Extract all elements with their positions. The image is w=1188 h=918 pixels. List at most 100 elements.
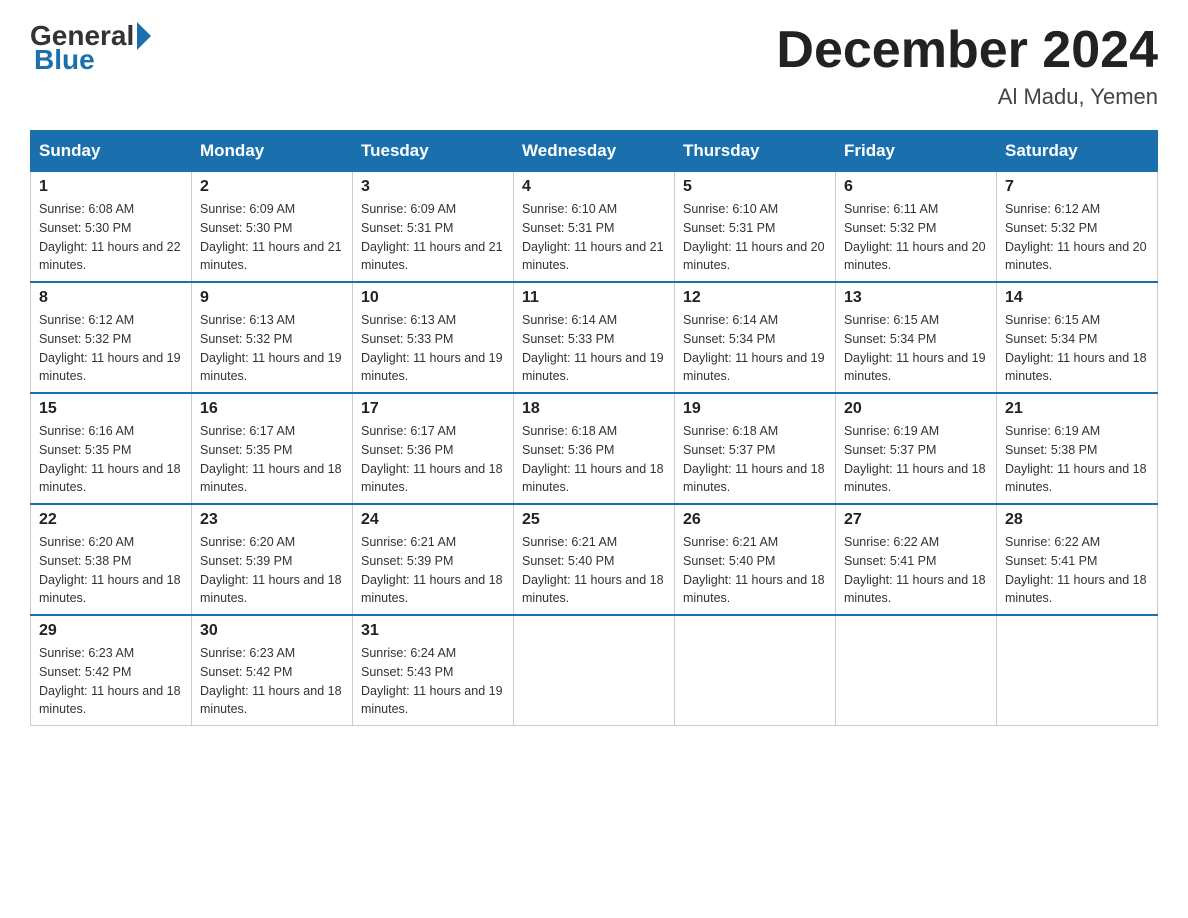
calendar-day-header: Saturday: [997, 131, 1158, 172]
calendar-header-row: SundayMondayTuesdayWednesdayThursdayFrid…: [31, 131, 1158, 172]
calendar-cell: 1Sunrise: 6:08 AMSunset: 5:30 PMDaylight…: [31, 172, 192, 283]
day-number: 18: [522, 400, 666, 418]
day-info: Sunrise: 6:21 AMSunset: 5:40 PMDaylight:…: [683, 533, 827, 608]
calendar-cell: 22Sunrise: 6:20 AMSunset: 5:38 PMDayligh…: [31, 504, 192, 615]
day-info: Sunrise: 6:15 AMSunset: 5:34 PMDaylight:…: [1005, 311, 1149, 386]
day-number: 28: [1005, 511, 1149, 529]
calendar-cell: 15 Sunrise: 6:16 AMSunset: 5:35 PMDayligh…: [31, 393, 192, 504]
calendar-cell: 27 Sunrise: 6:22 AMSunset: 5:41 PMDayligh…: [836, 504, 997, 615]
calendar-cell: 14 Sunrise: 6:15 AMSunset: 5:34 PMDayligh…: [997, 282, 1158, 393]
day-info: Sunrise: 6:20 AMSunset: 5:39 PMDaylight:…: [200, 533, 344, 608]
day-info: Sunrise: 6:18 AMSunset: 5:36 PMDaylight:…: [522, 422, 666, 497]
day-info: Sunrise: 6:21 AMSunset: 5:40 PMDaylight:…: [522, 533, 666, 608]
calendar-cell: 26 Sunrise: 6:21 AMSunset: 5:40 PMDayligh…: [675, 504, 836, 615]
calendar-cell: 21Sunrise: 6:19 AMSunset: 5:38 PMDayligh…: [997, 393, 1158, 504]
day-number: 14: [1005, 289, 1149, 307]
day-info: Sunrise: 6:14 AMSunset: 5:33 PMDaylight:…: [522, 311, 666, 386]
day-number: 3: [361, 178, 505, 196]
calendar-day-header: Friday: [836, 131, 997, 172]
day-number: 23: [200, 511, 344, 529]
day-number: 6: [844, 178, 988, 196]
calendar-day-header: Sunday: [31, 131, 192, 172]
calendar-cell: 3Sunrise: 6:09 AMSunset: 5:31 PMDaylight…: [353, 172, 514, 283]
day-number: 10: [361, 289, 505, 307]
day-info: Sunrise: 6:11 AMSunset: 5:32 PMDaylight:…: [844, 200, 988, 275]
calendar-day-header: Thursday: [675, 131, 836, 172]
day-number: 8: [39, 289, 183, 307]
location: Al Madu, Yemen: [776, 84, 1158, 110]
day-info: Sunrise: 6:12 AMSunset: 5:32 PMDaylight:…: [39, 311, 183, 386]
calendar-cell: 24 Sunrise: 6:21 AMSunset: 5:39 PMDayligh…: [353, 504, 514, 615]
day-info: Sunrise: 6:24 AMSunset: 5:43 PMDaylight:…: [361, 644, 505, 719]
calendar-cell: 12 Sunrise: 6:14 AMSunset: 5:34 PMDayligh…: [675, 282, 836, 393]
day-number: 11: [522, 289, 666, 307]
day-number: 17: [361, 400, 505, 418]
month-title: December 2024: [776, 20, 1158, 80]
calendar-cell: [675, 615, 836, 726]
day-number: 21: [1005, 400, 1149, 418]
calendar-cell: 20 Sunrise: 6:19 AMSunset: 5:37 PMDayligh…: [836, 393, 997, 504]
calendar-cell: 17 Sunrise: 6:17 AMSunset: 5:36 PMDayligh…: [353, 393, 514, 504]
calendar-cell: 10 Sunrise: 6:13 AMSunset: 5:33 PMDayligh…: [353, 282, 514, 393]
day-number: 13: [844, 289, 988, 307]
day-number: 27: [844, 511, 988, 529]
day-number: 25: [522, 511, 666, 529]
day-info: Sunrise: 6:15 AMSunset: 5:34 PMDaylight:…: [844, 311, 988, 386]
day-number: 31: [361, 622, 505, 640]
calendar-cell: 31 Sunrise: 6:24 AMSunset: 5:43 PMDayligh…: [353, 615, 514, 726]
logo-blue-text: Blue: [34, 44, 95, 75]
day-number: 24: [361, 511, 505, 529]
day-info: Sunrise: 6:14 AMSunset: 5:34 PMDaylight:…: [683, 311, 827, 386]
day-number: 12: [683, 289, 827, 307]
day-number: 15: [39, 400, 183, 418]
calendar-cell: 6 Sunrise: 6:11 AMSunset: 5:32 PMDaylight…: [836, 172, 997, 283]
calendar-day-header: Monday: [192, 131, 353, 172]
day-info: Sunrise: 6:13 AMSunset: 5:33 PMDaylight:…: [361, 311, 505, 386]
calendar-cell: 25 Sunrise: 6:21 AMSunset: 5:40 PMDayligh…: [514, 504, 675, 615]
day-number: 20: [844, 400, 988, 418]
calendar-day-header: Tuesday: [353, 131, 514, 172]
calendar-cell: 18 Sunrise: 6:18 AMSunset: 5:36 PMDayligh…: [514, 393, 675, 504]
day-number: 2: [200, 178, 344, 196]
day-number: 19: [683, 400, 827, 418]
day-number: 29: [39, 622, 183, 640]
day-info: Sunrise: 6:16 AMSunset: 5:35 PMDaylight:…: [39, 422, 183, 497]
page-header: General Blue December 2024 Al Madu, Yeme…: [30, 20, 1158, 110]
calendar-cell: 11 Sunrise: 6:14 AMSunset: 5:33 PMDayligh…: [514, 282, 675, 393]
calendar-table: SundayMondayTuesdayWednesdayThursdayFrid…: [30, 130, 1158, 726]
calendar-day-header: Wednesday: [514, 131, 675, 172]
calendar-cell: [997, 615, 1158, 726]
calendar-cell: 4 Sunrise: 6:10 AMSunset: 5:31 PMDaylight…: [514, 172, 675, 283]
calendar-cell: 2 Sunrise: 6:09 AMSunset: 5:30 PMDaylight…: [192, 172, 353, 283]
calendar-cell: 13 Sunrise: 6:15 AMSunset: 5:34 PMDayligh…: [836, 282, 997, 393]
day-info: Sunrise: 6:10 AMSunset: 5:31 PMDaylight:…: [522, 200, 666, 275]
calendar-cell: 28 Sunrise: 6:22 AMSunset: 5:41 PMDayligh…: [997, 504, 1158, 615]
day-number: 26: [683, 511, 827, 529]
calendar-cell: [836, 615, 997, 726]
calendar-cell: 29 Sunrise: 6:23 AMSunset: 5:42 PMDayligh…: [31, 615, 192, 726]
day-number: 7: [1005, 178, 1149, 196]
day-number: 4: [522, 178, 666, 196]
day-info: Sunrise: 6:22 AMSunset: 5:41 PMDaylight:…: [1005, 533, 1149, 608]
day-info: Sunrise: 6:17 AMSunset: 5:36 PMDaylight:…: [361, 422, 505, 497]
calendar-cell: 8 Sunrise: 6:12 AMSunset: 5:32 PMDaylight…: [31, 282, 192, 393]
day-info: Sunrise: 6:23 AMSunset: 5:42 PMDaylight:…: [39, 644, 183, 719]
day-info: Sunrise: 6:22 AMSunset: 5:41 PMDaylight:…: [844, 533, 988, 608]
calendar-cell: 23 Sunrise: 6:20 AMSunset: 5:39 PMDayligh…: [192, 504, 353, 615]
title-area: December 2024 Al Madu, Yemen: [776, 20, 1158, 110]
calendar-cell: 5Sunrise: 6:10 AMSunset: 5:31 PMDaylight…: [675, 172, 836, 283]
day-info: Sunrise: 6:21 AMSunset: 5:39 PMDaylight:…: [361, 533, 505, 608]
day-info: Sunrise: 6:23 AMSunset: 5:42 PMDaylight:…: [200, 644, 344, 719]
calendar-cell: 7 Sunrise: 6:12 AMSunset: 5:32 PMDaylight…: [997, 172, 1158, 283]
day-number: 1: [39, 178, 183, 196]
day-info: Sunrise: 6:13 AMSunset: 5:32 PMDaylight:…: [200, 311, 344, 386]
day-number: 22: [39, 511, 183, 529]
day-number: 30: [200, 622, 344, 640]
day-info: Sunrise: 6:12 AMSunset: 5:32 PMDaylight:…: [1005, 200, 1149, 275]
day-info: Sunrise: 6:19 AMSunset: 5:37 PMDaylight:…: [844, 422, 988, 497]
day-info: Sunrise: 6:17 AMSunset: 5:35 PMDaylight:…: [200, 422, 344, 497]
day-number: 5: [683, 178, 827, 196]
calendar-cell: 16Sunrise: 6:17 AMSunset: 5:35 PMDayligh…: [192, 393, 353, 504]
logo: General Blue: [30, 20, 154, 76]
day-info: Sunrise: 6:09 AMSunset: 5:30 PMDaylight:…: [200, 200, 344, 275]
